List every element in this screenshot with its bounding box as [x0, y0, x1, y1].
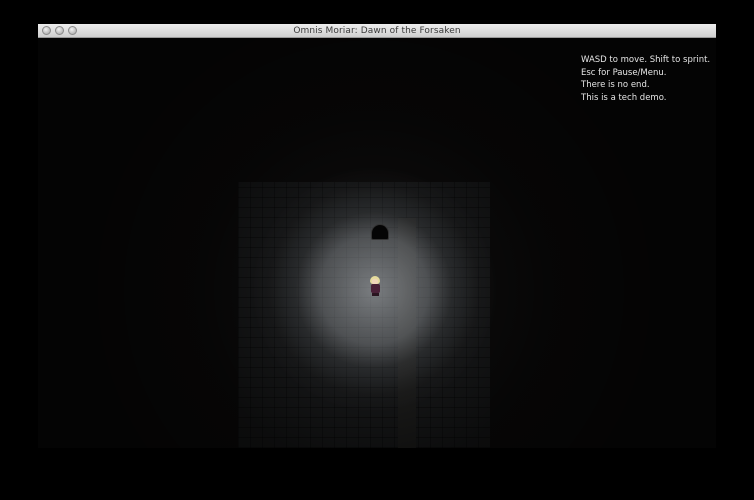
- title-bar[interactable]: Omnis Moriar: Dawn of the Forsaken: [38, 24, 716, 38]
- hud-instructions: WASD to move. Shift to sprint. Esc for P…: [581, 54, 711, 104]
- window-title: Omnis Moriar: Dawn of the Forsaken: [293, 26, 461, 36]
- hud-line-pause: Esc for Pause/Menu.: [581, 67, 667, 78]
- game-window: Omnis Moriar: Dawn of the Forsaken WASD …: [38, 24, 716, 448]
- hud-line-tech-demo: This is a tech demo.: [581, 92, 667, 103]
- hud-line-no-end: There is no end.: [581, 80, 650, 90]
- game-viewport[interactable]: WASD to move. Shift to sprint. Esc for P…: [38, 38, 716, 448]
- hud-line-move: WASD to move. Shift to sprint.: [581, 55, 711, 65]
